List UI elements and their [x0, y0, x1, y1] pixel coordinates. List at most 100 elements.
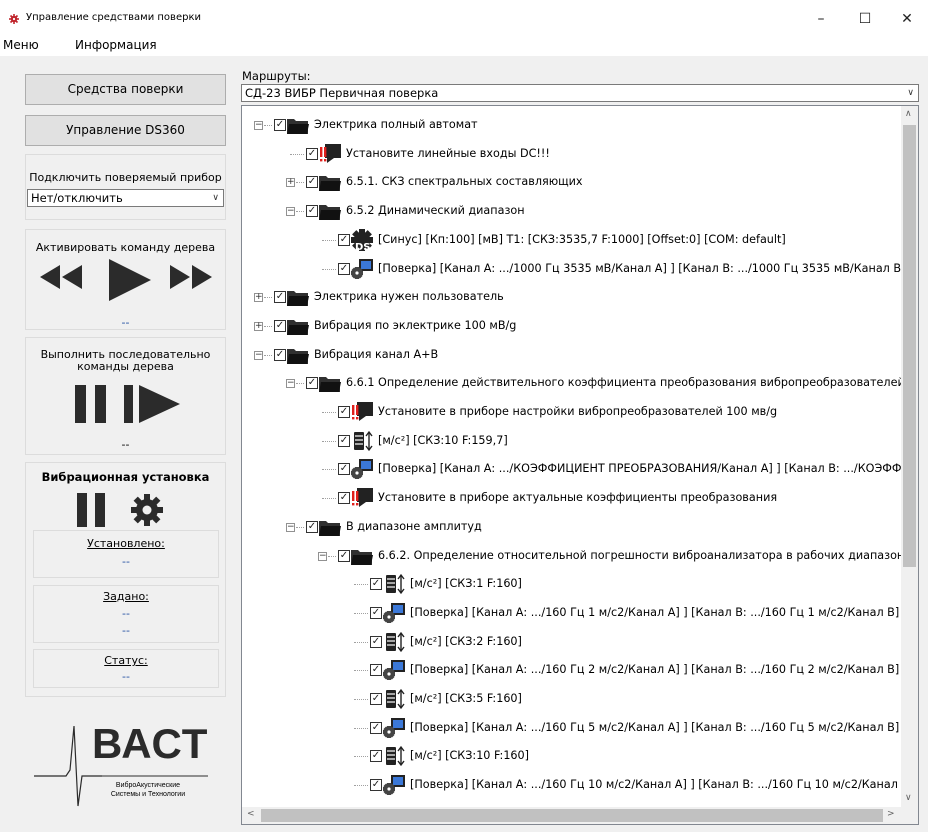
message-alert-icon [318, 143, 342, 165]
tree-node[interactable]: + ✓ Вибрация по эклектрике 100 мВ/g [242, 314, 902, 338]
routes-select-value: СД-23 ВИБР Первичная поверка [245, 86, 439, 100]
expand-icon[interactable]: + [254, 293, 263, 303]
tree-connector [322, 440, 336, 442]
folder-icon [318, 516, 342, 538]
tree-node[interactable]: ✓ [Поверка] [Канал А: .../160 Гц 5 м/с2/К… [242, 716, 902, 740]
node-checkbox[interactable]: ✓ [274, 291, 286, 304]
node-checkbox[interactable]: ✓ [306, 520, 318, 533]
tree-node-label: [м/с²] [СКЗ:10 F:160] [410, 749, 530, 763]
horizontal-scroll-thumb[interactable] [261, 809, 883, 822]
scroll-down-icon[interactable]: ∨ [905, 793, 912, 803]
tree-node[interactable]: − ✓ 6.5.2 Динамический диапазон [242, 199, 902, 223]
node-checkbox[interactable]: ✓ [338, 492, 350, 505]
minimize-button[interactable]: – [799, 6, 843, 32]
logo-title: ВАСТ [92, 720, 209, 767]
node-checkbox[interactable]: ✓ [306, 205, 318, 218]
tree-node[interactable]: ✓ [м/с²] [СКЗ:10 F:159,7] [242, 429, 902, 453]
node-checkbox[interactable]: ✓ [370, 750, 382, 763]
play-icon[interactable] [105, 257, 153, 303]
vibration-icon [382, 688, 406, 710]
node-checkbox[interactable]: ✓ [306, 176, 318, 189]
vib-pause-icon[interactable] [76, 492, 106, 528]
node-checkbox[interactable]: ✓ [370, 721, 382, 734]
tree-node[interactable]: + ✓ 6.5.1. СКЗ спектральных составляющих [242, 170, 902, 194]
tree-connector [354, 727, 368, 729]
menu-item-menu[interactable]: Меню [3, 38, 39, 52]
node-checkbox[interactable]: ✓ [370, 606, 382, 619]
maximize-button[interactable]: ☐ [843, 6, 887, 32]
horizontal-scrollbar[interactable]: < > [242, 807, 903, 824]
vertical-scroll-thumb[interactable] [903, 125, 916, 567]
tree-node-label: В диапазоне амплитуд [346, 519, 482, 533]
fast-forward-icon[interactable] [166, 259, 214, 295]
tree-node[interactable]: ✓ [м/с²] [СКЗ:1 F:160] [242, 572, 902, 596]
device-select[interactable]: Нет/отключить ∨ [27, 189, 224, 207]
tree-node[interactable]: ✓ Установите в приборе настройки вибропре… [242, 400, 902, 424]
tree-node[interactable]: ✓ [м/с²] [СКЗ:10 F:160] [242, 744, 902, 768]
collapse-icon[interactable]: − [286, 379, 295, 389]
node-checkbox[interactable]: ✓ [370, 578, 382, 591]
tree-node[interactable]: − ✓ Вибрация канал А+В [242, 343, 902, 367]
node-checkbox[interactable]: ✓ [370, 779, 382, 792]
tree-node[interactable]: ✓ [Поверка] [Канал А: .../160 Гц 10 м/с2/… [242, 773, 913, 797]
node-checkbox[interactable]: ✓ [338, 262, 350, 275]
pause-icon[interactable] [73, 383, 109, 425]
tools-button[interactable]: Средства поверки [25, 74, 226, 105]
verification-icon [382, 717, 406, 739]
routes-select[interactable]: СД-23 ВИБР Первичная поверка ∨ [241, 84, 919, 102]
tree-node[interactable]: ✓ DS [Синус] [Кп:100] [мВ] T1: [СКЗ:3535,7… [242, 228, 902, 253]
route-tree[interactable]: − ✓ Электрика полный автомат ✓ Установите ли… [241, 105, 919, 825]
collapse-icon[interactable]: − [254, 121, 263, 130]
node-checkbox[interactable]: ✓ [370, 664, 382, 677]
node-checkbox[interactable]: ✓ [338, 233, 350, 246]
tree-node[interactable]: − ✓ В диапазоне амплитуд [242, 515, 902, 539]
collapse-icon[interactable]: − [286, 207, 295, 217]
node-checkbox[interactable]: ✓ [306, 147, 318, 160]
tree-node[interactable]: − ✓ 6.6.1 Определение действительного коэф… [242, 371, 905, 395]
logo-subtitle-2: Системы и Технологии [110, 791, 186, 798]
tree-node[interactable]: − ✓ 6.6.2. Определение относительной погре… [242, 544, 918, 568]
collapse-icon[interactable]: − [318, 551, 327, 561]
tree-connector [354, 699, 368, 700]
ds360-button[interactable]: Управление DS360 [25, 115, 226, 146]
tree-node[interactable]: ✓ [Поверка] [Канал А: .../1000 Гц 3535 мВ… [242, 257, 905, 281]
vib-settings-gear-icon[interactable] [130, 493, 164, 527]
step-play-icon[interactable] [122, 381, 184, 427]
tree-node[interactable]: ✓ [Поверка] [Канал А: .../160 Гц 1 м/с2/К… [242, 601, 902, 625]
scroll-left-icon[interactable]: < [247, 809, 255, 819]
tree-node[interactable]: − ✓ Электрика полный автомат [242, 113, 902, 137]
tree-node[interactable]: ✓ [Поверка] [Канал А: .../160 Гц 2 м/с2/К… [242, 658, 902, 682]
folder-icon [318, 200, 342, 222]
node-checkbox[interactable]: ✓ [338, 463, 350, 476]
node-checkbox[interactable]: ✓ [370, 693, 382, 705]
vertical-scrollbar[interactable]: ∧ ∨ [901, 106, 918, 808]
tree-node[interactable]: ✓ [Поверка] [Канал А: .../КОЭФФИЦИЕНТ ПРЕ… [242, 457, 918, 481]
tree-connector [290, 153, 304, 155]
collapse-icon[interactable]: − [286, 522, 295, 532]
expand-icon[interactable]: + [286, 178, 295, 188]
scroll-up-icon[interactable]: ∧ [905, 109, 912, 119]
node-checkbox[interactable]: ✓ [274, 319, 286, 332]
tree-node[interactable]: ✓ [м/с²] [СКЗ:5 F:160] [242, 687, 902, 711]
tree-node[interactable]: ✓ [м/с²] [СКЗ:2 F:160] [242, 630, 902, 654]
menu-item-info[interactable]: Информация [75, 38, 157, 52]
node-checkbox[interactable]: ✓ [274, 348, 286, 361]
folder-icon [286, 286, 310, 308]
connect-panel [25, 154, 226, 220]
tree-node[interactable]: + ✓ Электрика нужен пользователь [242, 285, 902, 309]
tree-node-label: 6.5.1. СКЗ спектральных составляющих [346, 175, 583, 189]
tree-node[interactable]: ✓ Установите линейные входы DC!!! [242, 142, 902, 166]
node-checkbox[interactable]: ✓ [306, 377, 318, 390]
node-checkbox[interactable]: ✓ [338, 549, 350, 562]
node-checkbox[interactable]: ✓ [274, 119, 286, 131]
scroll-right-icon[interactable]: > [887, 809, 895, 819]
node-checkbox[interactable]: ✓ [338, 434, 350, 447]
expand-icon[interactable]: + [254, 321, 263, 331]
collapse-icon[interactable]: − [254, 350, 263, 360]
svg-text:DS: DS [355, 242, 371, 251]
node-checkbox[interactable]: ✓ [370, 635, 382, 648]
tree-node[interactable]: ✓ Установите в приборе актуальные коэффиц… [242, 486, 902, 510]
close-button[interactable]: ✕ [885, 6, 928, 32]
rewind-icon[interactable] [38, 259, 86, 295]
node-checkbox[interactable]: ✓ [338, 406, 350, 418]
